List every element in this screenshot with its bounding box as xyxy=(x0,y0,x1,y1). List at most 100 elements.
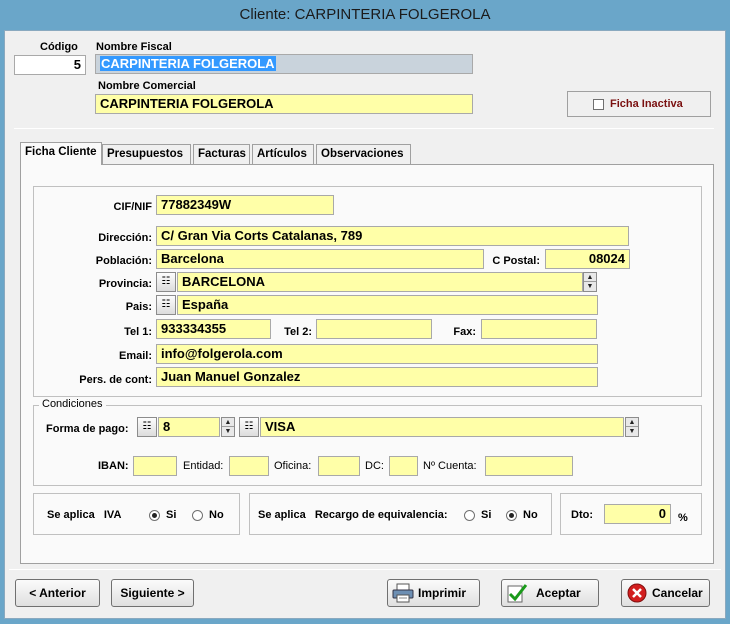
nombre-fiscal-field[interactable]: CARPINTERIA FOLGEROLA xyxy=(95,54,473,74)
iva-no-radio[interactable] xyxy=(192,510,203,521)
recargo-si-label: Si xyxy=(481,509,492,521)
email-label: Email: xyxy=(118,350,152,362)
fax-field[interactable] xyxy=(481,319,597,339)
anterior-button[interactable]: < Anterior xyxy=(15,579,100,607)
forma-pago-name-spinner[interactable]: ▲ ▼ xyxy=(625,417,639,437)
cif-label: CIF/NIF xyxy=(113,201,153,213)
aceptar-label: Aceptar xyxy=(536,586,581,600)
ficha-inactiva-checkbox[interactable] xyxy=(593,99,604,110)
entidad-field[interactable] xyxy=(229,456,269,476)
address-group: CIF/NIF 77882349W Dirección: C/ Gran Via… xyxy=(33,186,702,397)
provincia-lookup-button[interactable]: ☷ xyxy=(156,272,176,292)
dc-field[interactable] xyxy=(389,456,418,476)
dc-label: DC: xyxy=(365,460,384,472)
iva-group: Se aplica IVA Si No xyxy=(33,493,240,535)
tab-facturas[interactable]: Facturas xyxy=(193,144,250,164)
spin-up-icon[interactable]: ▲ xyxy=(584,273,596,282)
tel2-field[interactable] xyxy=(316,319,432,339)
cancel-x-icon xyxy=(627,583,647,603)
nombre-comercial-label: Nombre Comercial xyxy=(98,80,196,92)
recargo-group: Se aplica Recargo de equivalencia: Si No xyxy=(249,493,552,535)
spin-down-icon[interactable]: ▼ xyxy=(584,282,596,291)
dto-unit: % xyxy=(678,512,688,524)
imprimir-button[interactable]: Imprimir xyxy=(387,579,480,607)
fax-label: Fax: xyxy=(453,326,476,338)
pais-field[interactable]: España xyxy=(177,295,598,315)
poblacion-label: Población: xyxy=(95,255,152,267)
tab-ficha-cliente[interactable]: Ficha Cliente xyxy=(20,142,102,165)
window-title: Cliente: CARPINTERIA FOLGEROLA xyxy=(0,0,730,30)
spin-down-icon[interactable]: ▼ xyxy=(222,427,234,436)
list-icon: ☷ xyxy=(244,421,254,432)
list-icon: ☷ xyxy=(161,299,171,310)
recargo-si-radio[interactable] xyxy=(464,510,475,521)
direccion-label: Dirección: xyxy=(98,232,152,244)
printer-icon xyxy=(392,583,414,603)
forma-pago-code-lookup-button[interactable]: ☷ xyxy=(137,417,157,437)
tab-observaciones[interactable]: Observaciones xyxy=(316,144,411,164)
oficina-field[interactable] xyxy=(318,456,360,476)
tab-articulos[interactable]: Artículos xyxy=(252,144,314,164)
tab-presupuestos[interactable]: Presupuestos xyxy=(102,144,191,164)
dto-field[interactable]: 0 xyxy=(604,504,671,524)
contacto-field[interactable]: Juan Manuel Gonzalez xyxy=(156,367,598,387)
iva-si-label: Si xyxy=(166,509,177,521)
condiciones-group: Condiciones Forma de pago: ☷ 8 ▲ ▼ ☷ VIS… xyxy=(33,398,702,486)
tel1-field[interactable]: 933334355 xyxy=(156,319,271,339)
nombre-fiscal-label: Nombre Fiscal xyxy=(96,41,172,53)
tel1-label: Tel 1: xyxy=(124,326,152,338)
recargo-label: Se aplica Recargo de equivalencia: xyxy=(258,509,448,521)
list-icon: ☷ xyxy=(161,276,171,287)
forma-pago-label: Forma de pago: xyxy=(46,423,129,435)
imprimir-label: Imprimir xyxy=(418,586,467,600)
entidad-label: Entidad: xyxy=(183,460,224,472)
forma-pago-name-field[interactable]: VISA xyxy=(260,417,624,437)
ficha-inactiva-box[interactable]: Ficha Inactiva xyxy=(567,91,711,117)
oficina-label: Oficina: xyxy=(274,460,312,472)
nombre-fiscal-value: CARPINTERIA FOLGEROLA xyxy=(100,56,276,71)
client-form-window: Código 5 Nombre Fiscal CARPINTERIA FOLGE… xyxy=(4,30,726,619)
iva-si-radio[interactable] xyxy=(149,510,160,521)
recargo-no-radio[interactable] xyxy=(506,510,517,521)
accept-check-icon xyxy=(507,584,528,603)
forma-pago-name-lookup-button[interactable]: ☷ xyxy=(239,417,259,437)
footer-separator xyxy=(9,569,721,570)
list-icon: ☷ xyxy=(142,421,152,432)
pais-label: Pais: xyxy=(125,301,152,313)
codigo-label: Código xyxy=(40,41,78,53)
cancelar-label: Cancelar xyxy=(652,586,703,600)
siguiente-button[interactable]: Siguiente > xyxy=(111,579,194,607)
spin-up-icon[interactable]: ▲ xyxy=(222,418,234,427)
iva-no-label: No xyxy=(209,509,224,521)
forma-pago-code-field[interactable]: 8 xyxy=(158,417,220,437)
ficha-inactiva-label: Ficha Inactiva xyxy=(610,98,683,110)
dto-group: Dto: 0 % xyxy=(560,493,702,535)
pais-lookup-button[interactable]: ☷ xyxy=(156,295,176,315)
dto-label: Dto: xyxy=(571,509,593,521)
email-field[interactable]: info@folgerola.com xyxy=(156,344,598,364)
recargo-no-label: No xyxy=(523,509,538,521)
ncuenta-label: Nº Cuenta: xyxy=(423,460,477,472)
spin-up-icon[interactable]: ▲ xyxy=(626,418,638,427)
iva-label: Se aplica IVA xyxy=(47,509,122,521)
nombre-comercial-field[interactable]: CARPINTERIA FOLGEROLA xyxy=(95,94,473,114)
codigo-field[interactable]: 5 xyxy=(14,55,86,75)
header-separator xyxy=(14,128,714,129)
spin-down-icon[interactable]: ▼ xyxy=(626,427,638,436)
provincia-spinner[interactable]: ▲ ▼ xyxy=(583,272,597,292)
tel2-label: Tel 2: xyxy=(284,326,312,338)
cpostal-field[interactable]: 08024 xyxy=(545,249,630,269)
iban-field[interactable] xyxy=(133,456,177,476)
cpostal-label: C Postal: xyxy=(492,255,540,267)
poblacion-field[interactable]: Barcelona xyxy=(156,249,484,269)
ncuenta-field[interactable] xyxy=(485,456,573,476)
contacto-label: Pers. de cont: xyxy=(79,374,152,386)
cancelar-button[interactable]: Cancelar xyxy=(621,579,710,607)
aceptar-button[interactable]: Aceptar xyxy=(501,579,599,607)
provincia-label: Provincia: xyxy=(98,278,152,290)
direccion-field[interactable]: C/ Gran Via Corts Catalanas, 789 xyxy=(156,226,629,246)
forma-pago-code-spinner[interactable]: ▲ ▼ xyxy=(221,417,235,437)
cif-field[interactable]: 77882349W xyxy=(156,195,334,215)
condiciones-group-label: Condiciones xyxy=(39,398,106,410)
provincia-field[interactable]: BARCELONA xyxy=(177,272,583,292)
